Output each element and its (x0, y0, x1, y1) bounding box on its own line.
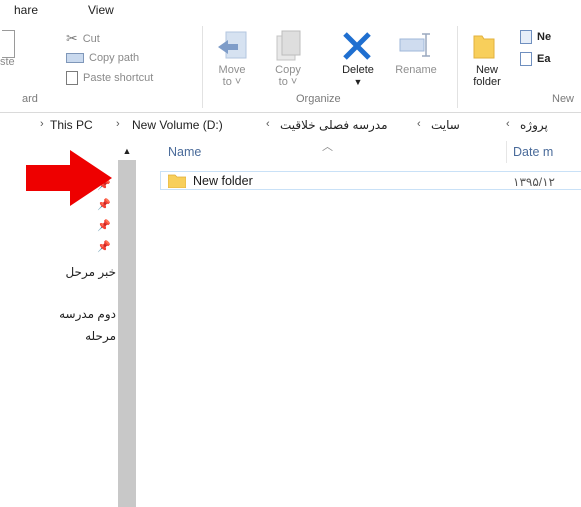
red-arrow-annotation (26, 150, 112, 206)
nav-item[interactable]: مرحله (85, 329, 116, 343)
tab-share[interactable]: hare (14, 3, 38, 17)
paste-shortcut-icon (66, 71, 78, 85)
new-item-button[interactable]: Ne (520, 30, 551, 44)
tab-view[interactable]: View (88, 3, 114, 17)
nav-item[interactable]: خبر مرحل (65, 265, 116, 279)
breadcrumb-chevron-icon: ‹ (266, 118, 270, 130)
new-folder-label-2: folder (473, 76, 501, 88)
organize-group-label: Organize (296, 93, 341, 105)
easy-access-button[interactable]: Ea (520, 52, 550, 66)
copy-path-button[interactable]: Copy path (66, 52, 139, 64)
folder-icon (167, 174, 187, 189)
new-folder-icon (472, 30, 496, 60)
move-to-label: Move (218, 64, 246, 76)
breadcrumb-chevron-icon: ‹ (417, 118, 421, 130)
chevron-up-icon: ▲ (122, 146, 132, 156)
address-bar[interactable]: › This PC › New Volume (D:) ‹ مدرسه فصلی… (0, 118, 581, 138)
breadcrumb-new-volume[interactable]: New Volume (D:) (132, 118, 223, 132)
cut-button[interactable]: ✂ Cut (66, 30, 100, 47)
breadcrumb-chevron-icon: › (40, 118, 44, 130)
delete-icon (340, 30, 374, 62)
ribbon-separator (457, 26, 458, 108)
delete-button[interactable]: Delete ▼ (330, 64, 386, 88)
easy-access-label: Ea (537, 53, 551, 65)
new-group-label: New (552, 93, 575, 105)
file-date: ۱۳۹۵/۱۲ (513, 175, 556, 189)
breadcrumb-chevron-icon: ‹ (506, 118, 510, 130)
scroll-up-button[interactable]: ▲ (118, 142, 136, 160)
move-to-button[interactable]: Move to ˅ (212, 64, 252, 88)
easy-access-icon (520, 52, 532, 66)
delete-dropdown-icon: ▼ (353, 77, 363, 87)
scissors-icon: ✂ (66, 30, 78, 46)
rename-button[interactable]: Rename (388, 64, 444, 76)
copy-to-icon (273, 30, 303, 62)
file-name[interactable]: New folder (193, 174, 253, 188)
clipboard-group-label: ard (22, 93, 38, 105)
breadcrumb-site-folder[interactable]: سایت (431, 118, 460, 132)
paste-shortcut-label: Paste shortcut (83, 72, 154, 84)
breadcrumb-this-pc[interactable]: This PC (50, 118, 93, 132)
breadcrumb-project-folder[interactable]: پروژه (520, 118, 548, 132)
move-to-icon (216, 30, 250, 62)
paste-button-label[interactable]: ste (0, 56, 15, 68)
pin-icon[interactable]: 📌 (97, 219, 111, 232)
column-header-date[interactable]: Date m (513, 145, 553, 159)
pin-icon[interactable]: 📌 (97, 240, 111, 253)
delete-label: Delete (342, 64, 374, 76)
ribbon-separator (202, 26, 203, 108)
sort-ascending-icon: ︿ (322, 141, 333, 153)
copy-to-button[interactable]: Copy to ˅ (268, 64, 308, 88)
cut-label: Cut (82, 32, 100, 45)
new-item-icon (520, 30, 532, 44)
column-header-name[interactable]: Name (168, 145, 201, 159)
new-folder-label-1: New (475, 64, 498, 76)
copy-path-icon (66, 53, 84, 63)
copy-path-label: Copy path (89, 52, 140, 64)
rename-label: Rename (395, 64, 437, 76)
new-folder-button[interactable]: New folder (464, 64, 510, 88)
copy-to-label: Copy (275, 64, 301, 76)
paste-shortcut-button[interactable]: Paste shortcut (66, 71, 153, 85)
move-to-sub: to ˅ (222, 76, 242, 88)
nav-item[interactable]: دوم مدرسه (59, 307, 116, 321)
rename-icon (398, 32, 434, 58)
column-divider (506, 141, 507, 163)
paste-icon (2, 30, 15, 58)
new-item-label: Ne (537, 31, 552, 43)
copy-to-sub: to ˅ (278, 76, 298, 88)
breadcrumb-school-folder[interactable]: مدرسه فصلی خلاقیت (280, 118, 388, 132)
nav-scrollbar[interactable] (118, 142, 136, 507)
breadcrumb-chevron-icon: › (116, 118, 120, 130)
